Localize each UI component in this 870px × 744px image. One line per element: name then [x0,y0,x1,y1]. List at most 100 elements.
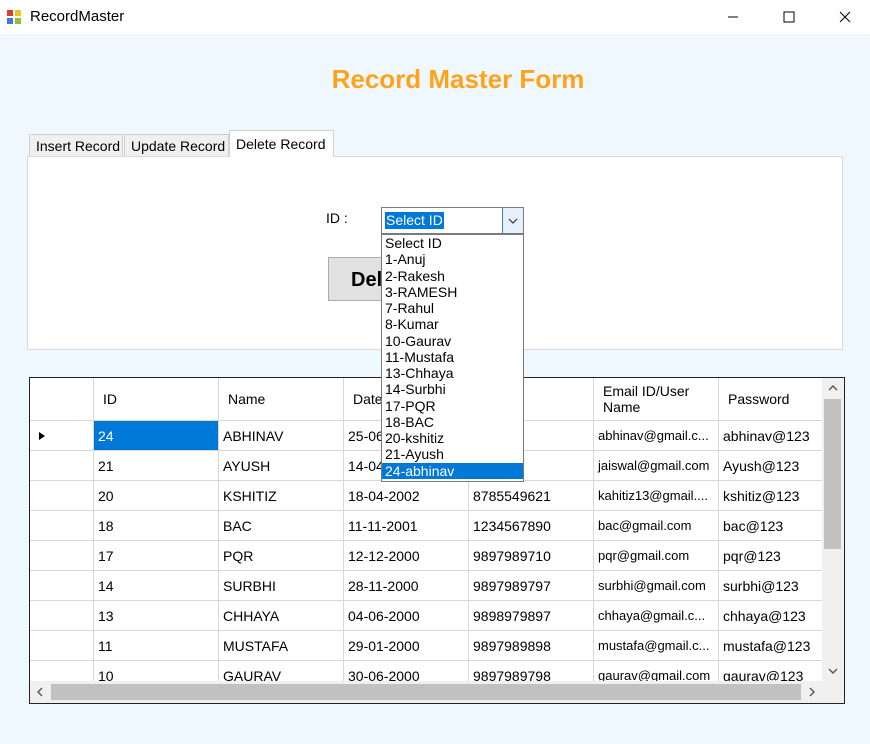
cell-date[interactable]: 11-11-2001 [344,511,469,541]
row-header-cell[interactable] [30,601,94,631]
row-header-cell[interactable] [30,571,94,601]
cell-email[interactable]: bac@gmail.com [594,511,719,541]
table-row[interactable]: 11 MUSTAFA 29-01-2000 9897989898 mustafa@gma… [30,631,823,661]
dropdown-option[interactable]: 13-Chhaya [382,365,523,381]
horizontal-scrollbar[interactable] [30,681,822,703]
minimize-button[interactable] [710,0,756,34]
cell-id[interactable]: 11 [94,631,219,661]
tab-insert-record[interactable]: Insert Record [29,134,123,156]
row-header-cell[interactable] [30,541,94,571]
dropdown-option[interactable]: 1-Anuj [382,251,523,267]
table-row[interactable]: 18 BAC 11-11-2001 1234567890 bac@gmail.com ba… [30,511,823,541]
cell-password[interactable]: Ayush@123 [719,451,823,481]
column-id[interactable]: ID [94,378,219,421]
table-row[interactable]: 17 PQR 12-12-2000 9897989710 pqr@gmail.com pq… [30,541,823,571]
vertical-scrollbar[interactable] [822,378,844,681]
table-row[interactable]: 13 CHHAYA 04-06-2000 9898979897 chhaya@gmail… [30,601,823,631]
dropdown-option[interactable]: 20-kshitiz [382,430,523,446]
close-icon [839,11,851,23]
cell-password[interactable]: mustafa@123 [719,631,823,661]
cell-name[interactable]: AYUSH [219,451,344,481]
cell-id[interactable]: 24 [94,421,219,451]
cell-id[interactable]: 21 [94,451,219,481]
cell-name[interactable]: PQR [219,541,344,571]
cell-name[interactable]: BAC [219,511,344,541]
cell-id[interactable]: 20 [94,481,219,511]
row-header-cell[interactable] [30,451,94,481]
cell-mobile[interactable]: 1234567890 [469,511,594,541]
id-combobox[interactable]: Select ID [381,207,524,234]
dropdown-option[interactable]: 14-Surbhi [382,381,523,397]
dropdown-option[interactable]: 11-Mustafa [382,349,523,365]
combo-dropdown-button[interactable] [502,208,523,233]
cell-email[interactable]: jaiswal@gmail.com [594,451,719,481]
cell-email[interactable]: pqr@gmail.com [594,541,719,571]
dropdown-option[interactable]: 10-Gaurav [382,333,523,349]
cell-password[interactable]: chhaya@123 [719,601,823,631]
cell-name[interactable]: ABHINAV [219,421,344,451]
row-header-cell[interactable] [30,421,94,451]
row-header-cell[interactable] [30,481,94,511]
tab-update-record[interactable]: Update Record [124,134,229,156]
cell-email[interactable]: chhaya@gmail.c... [594,601,719,631]
cell-date[interactable]: 04-06-2000 [344,601,469,631]
dropdown-option[interactable]: 7-Rahul [382,300,523,316]
cell-mobile[interactable]: 8785549621 [469,481,594,511]
column-password[interactable]: Password [719,378,823,421]
dropdown-option[interactable]: 17-PQR [382,398,523,414]
cell-email[interactable]: mustafa@gmail.c... [594,631,719,661]
cell-password[interactable]: kshitiz@123 [719,481,823,511]
id-dropdown-list[interactable]: Select ID 1-Anuj 2-Rakesh 3-RAMESH 7-Rahul 8-… [381,234,524,482]
scroll-left-button[interactable] [30,681,50,703]
cell-password[interactable]: bac@123 [719,511,823,541]
close-button[interactable] [822,0,868,34]
cell-password[interactable]: abhinav@123 [719,421,823,451]
cell-name[interactable]: SURBHI [219,571,344,601]
cell-name[interactable]: MUSTAFA [219,631,344,661]
column-email[interactable]: Email ID/User Name [594,378,719,421]
cell-mobile[interactable]: 9897989898 [469,631,594,661]
table-row[interactable]: 14 SURBHI 28-11-2000 9897989797 surbhi@gmail… [30,571,823,601]
tab-delete-record[interactable]: Delete Record [229,130,334,157]
dropdown-option[interactable]: 24-abhinav [382,462,523,479]
dropdown-option[interactable]: 2-Rakesh [382,268,523,284]
cell-name[interactable]: CHHAYA [219,601,344,631]
cell-date[interactable]: 12-12-2000 [344,541,469,571]
scroll-down-button[interactable] [822,661,844,681]
cell-id[interactable]: 13 [94,601,219,631]
cell-mobile[interactable]: 9898979897 [469,601,594,631]
dropdown-option[interactable]: 21-Ayush [382,446,523,462]
cell-email[interactable]: kahitiz13@gmail.... [594,481,719,511]
cell-email[interactable]: abhinav@gmail.c... [594,421,719,451]
chevron-up-icon [828,385,838,391]
cell-id[interactable]: 18 [94,511,219,541]
horizontal-scroll-thumb[interactable] [51,684,801,700]
cell-email[interactable]: surbhi@gmail.com [594,571,719,601]
app-icon [6,9,22,25]
cell-password[interactable]: surbhi@123 [719,571,823,601]
cell-id[interactable]: 14 [94,571,219,601]
cell-date[interactable]: 29-01-2000 [344,631,469,661]
dropdown-option[interactable]: 3-RAMESH [382,284,523,300]
row-header-cell[interactable] [30,511,94,541]
cell-mobile[interactable]: 9897989710 [469,541,594,571]
dropdown-option[interactable]: Select ID [382,235,523,251]
cell-mobile[interactable]: 9897989797 [469,571,594,601]
cell-date[interactable]: 28-11-2000 [344,571,469,601]
cell-id[interactable]: 17 [94,541,219,571]
row-header-cell[interactable] [30,631,94,661]
cell-password[interactable]: pqr@123 [719,541,823,571]
vertical-scroll-thumb[interactable] [824,399,841,549]
scroll-up-button[interactable] [822,378,844,398]
combo-selected-text: Select ID [385,212,444,229]
dropdown-option[interactable]: 18-BAC [382,414,523,430]
scrollbar-corner [822,681,844,703]
table-row[interactable]: 20 KSHITIZ 18-04-2002 8785549621 kahitiz13@g… [30,481,823,511]
chevron-down-icon [828,668,838,674]
maximize-button[interactable] [766,0,812,34]
dropdown-option[interactable]: 8-Kumar [382,316,523,332]
cell-date[interactable]: 18-04-2002 [344,481,469,511]
scroll-right-button[interactable] [802,681,822,703]
column-name[interactable]: Name [219,378,344,421]
cell-name[interactable]: KSHITIZ [219,481,344,511]
